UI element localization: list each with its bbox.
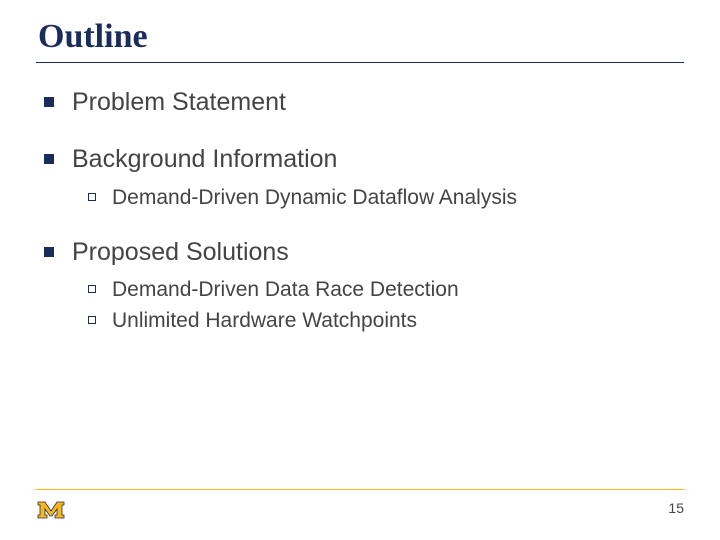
square-bullet-icon: [44, 247, 54, 257]
list-item: Problem Statement: [44, 87, 684, 118]
title-rule: [36, 62, 684, 63]
list-item-label: Demand-Driven Data Race Detection: [112, 276, 459, 303]
sublist: Demand-Driven Data Race Detection Unlimi…: [88, 276, 684, 335]
slide-title: Outline: [36, 18, 684, 56]
hollow-square-bullet-icon: [88, 285, 96, 293]
slide: Outline Problem Statement Background Inf…: [0, 0, 720, 540]
list-item: Background Information: [44, 144, 684, 175]
sublist: Demand-Driven Dynamic Dataflow Analysis: [88, 184, 684, 211]
michigan-logo-icon: [36, 500, 66, 520]
list-item: Unlimited Hardware Watchpoints: [88, 307, 684, 334]
square-bullet-icon: [44, 97, 54, 107]
list-item-label: Demand-Driven Dynamic Dataflow Analysis: [112, 184, 517, 211]
list-item: Demand-Driven Data Race Detection: [88, 276, 684, 303]
slide-footer: 15: [36, 489, 684, 520]
slide-body: Problem Statement Background Information…: [36, 87, 684, 335]
list-item: Proposed Solutions: [44, 237, 684, 268]
list-item-label: Proposed Solutions: [72, 237, 289, 268]
list-item-label: Background Information: [72, 144, 337, 175]
list-item-label: Unlimited Hardware Watchpoints: [112, 307, 417, 334]
hollow-square-bullet-icon: [88, 193, 96, 201]
hollow-square-bullet-icon: [88, 316, 96, 324]
list-item-label: Problem Statement: [72, 87, 286, 118]
square-bullet-icon: [44, 154, 54, 164]
page-number: 15: [668, 500, 684, 516]
list-item: Demand-Driven Dynamic Dataflow Analysis: [88, 184, 684, 211]
